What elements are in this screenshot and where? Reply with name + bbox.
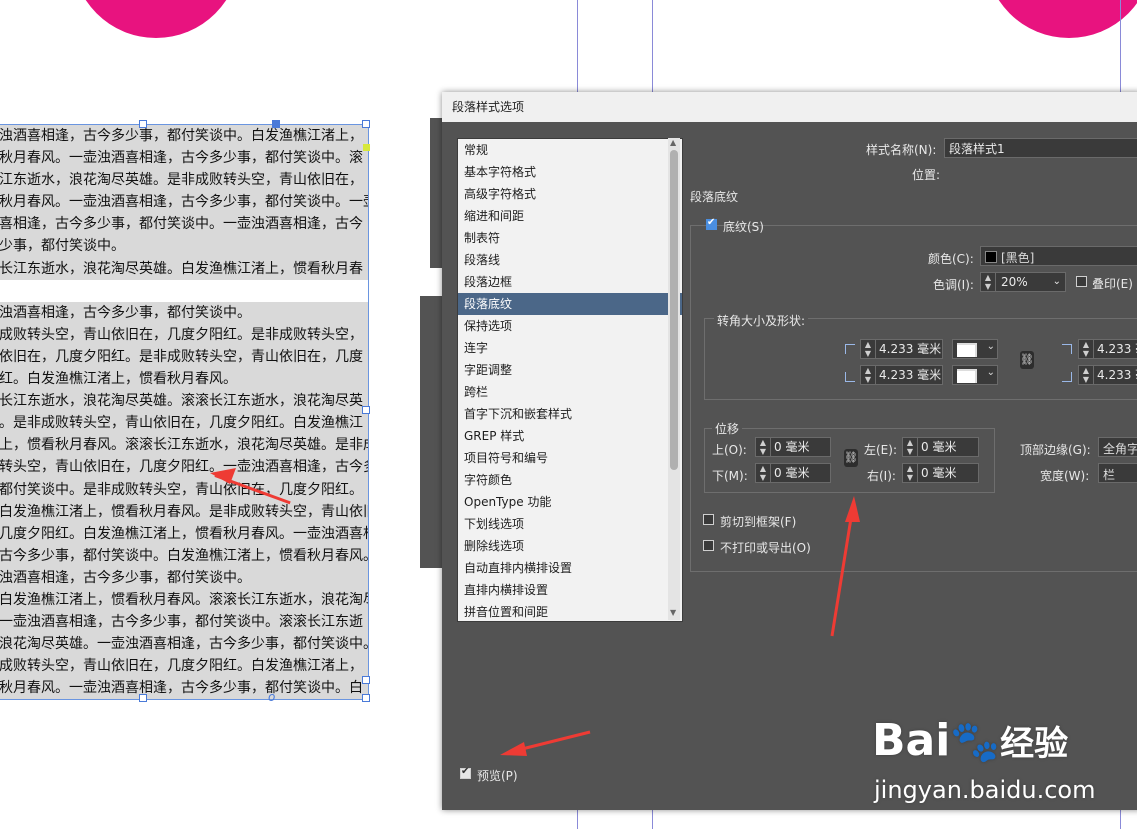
annotation-arrow-line	[830, 511, 854, 637]
watermark-brand-cn: 经验	[1000, 724, 1069, 764]
annotation-arrow	[210, 468, 860, 756]
arrowhead-icon	[845, 496, 860, 522]
arrowhead-icon	[210, 468, 236, 484]
watermark-brand: Bai	[872, 715, 951, 766]
paw-icon: 🐾	[950, 719, 1001, 765]
watermark-url: jingyan.baidu.com	[874, 776, 1096, 804]
annotation-arrow-line	[517, 730, 591, 752]
arrowhead-icon	[500, 742, 527, 756]
watermark-logo: Bai🐾经验	[872, 715, 1068, 766]
